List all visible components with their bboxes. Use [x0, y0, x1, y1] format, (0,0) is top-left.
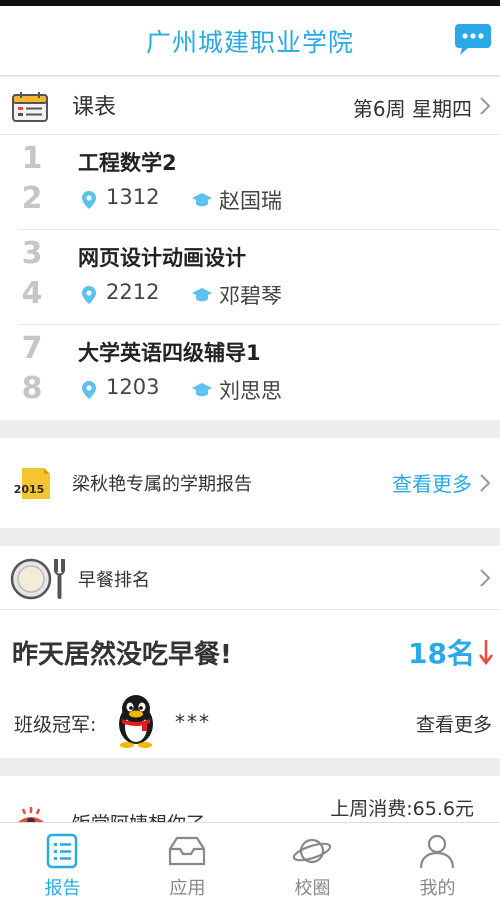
report-icon — [46, 833, 78, 869]
champion-label: 班级冠军: — [14, 714, 97, 736]
course-room: 1203 — [106, 375, 160, 399]
course-periods: 7 8 — [21, 331, 43, 406]
bottom-tab-bar: 报告 应用 校圈 我的 — [0, 822, 500, 900]
qq-penguin-avatar[interactable] — [110, 692, 162, 748]
tab-label: 报告 — [44, 878, 81, 899]
course-item[interactable]: 3 4 网页设计动画设计 2212 邓碧琴 — [0, 230, 500, 325]
graduation-cap-icon — [192, 383, 212, 397]
semester-report-card[interactable]: 2015 梁秋艳专属的学期报告 查看更多 — [0, 438, 500, 528]
breakfast-title: 早餐排名 — [78, 570, 150, 591]
graduation-cap-icon — [192, 288, 212, 302]
schedule-icon — [12, 92, 48, 122]
tab-apps[interactable]: 应用 — [125, 823, 250, 900]
app-title: 广州城建职业学院 — [145, 27, 354, 57]
champion-more-link[interactable]: 查看更多 — [416, 710, 492, 737]
course-name: 网页设计动画设计 — [78, 246, 246, 270]
tab-label: 我的 — [419, 878, 456, 899]
schedule-header[interactable]: 课表 第6周 星期四 — [0, 77, 500, 135]
report-text: 梁秋艳专属的学期报告 — [72, 474, 252, 495]
champion-name: *** — [175, 710, 211, 734]
tab-report[interactable]: 报告 — [0, 823, 125, 900]
graduation-cap-icon — [192, 193, 212, 207]
tab-label: 应用 — [169, 878, 206, 899]
chevron-right-icon — [480, 474, 491, 492]
location-pin-icon — [82, 191, 96, 209]
course-periods: 3 4 — [21, 236, 43, 311]
course-item[interactable]: 7 8 大学英语四级辅导1 1203 刘思思 — [0, 325, 500, 420]
breakfast-ranking-card: 早餐排名 昨天居然没吃早餐! 18名 班级冠军: *** 查看更多 — [0, 546, 500, 758]
tab-campus[interactable]: 校圈 — [250, 823, 375, 900]
course-room: 2212 — [106, 280, 160, 304]
chevron-right-icon — [480, 97, 491, 115]
plate-fork-icon — [10, 558, 65, 600]
location-pin-icon — [82, 381, 96, 399]
week-label: 第6周 星期四 — [352, 97, 472, 121]
inbox-icon — [168, 836, 206, 866]
location-pin-icon — [82, 286, 96, 304]
course-teacher: 邓碧琴 — [219, 284, 282, 308]
tab-me[interactable]: 我的 — [375, 823, 500, 900]
tab-label: 校圈 — [294, 878, 331, 899]
course-teacher: 刘思思 — [219, 379, 282, 403]
canteen-card[interactable]: 饭堂阿姨想你了 上周消费:65.6元 — [0, 776, 500, 826]
calendar-2015-icon: 2015 — [14, 468, 50, 499]
arrow-down-icon — [479, 640, 493, 666]
breakfast-rank: 18名 — [408, 637, 475, 670]
app-header: 广州城建职业学院 — [0, 6, 500, 76]
course-teacher: 赵国瑞 — [219, 189, 282, 213]
course-item[interactable]: 1 2 工程数学2 1312 赵国瑞 — [0, 135, 500, 230]
breakfast-header[interactable]: 早餐排名 — [0, 546, 500, 610]
schedule-card: 课表 第6周 星期四 1 2 工程数学2 1312 赵国瑞 3 4 网页设计动画… — [0, 77, 500, 420]
breakfast-message: 昨天居然没吃早餐! — [12, 640, 232, 670]
course-periods: 1 2 — [21, 141, 43, 216]
course-room: 1312 — [106, 185, 160, 209]
schedule-title: 课表 — [72, 95, 117, 120]
planet-icon — [292, 838, 332, 864]
course-name: 工程数学2 — [78, 151, 177, 175]
course-name: 大学英语四级辅导1 — [78, 341, 261, 365]
weekly-spend: 上周消费:65.6元 — [330, 798, 474, 820]
chat-bubble-icon[interactable] — [454, 22, 492, 56]
svg-text:2015: 2015 — [14, 483, 45, 496]
person-icon — [419, 834, 455, 869]
chevron-right-icon — [480, 569, 491, 587]
report-more-link[interactable]: 查看更多 — [392, 468, 472, 497]
